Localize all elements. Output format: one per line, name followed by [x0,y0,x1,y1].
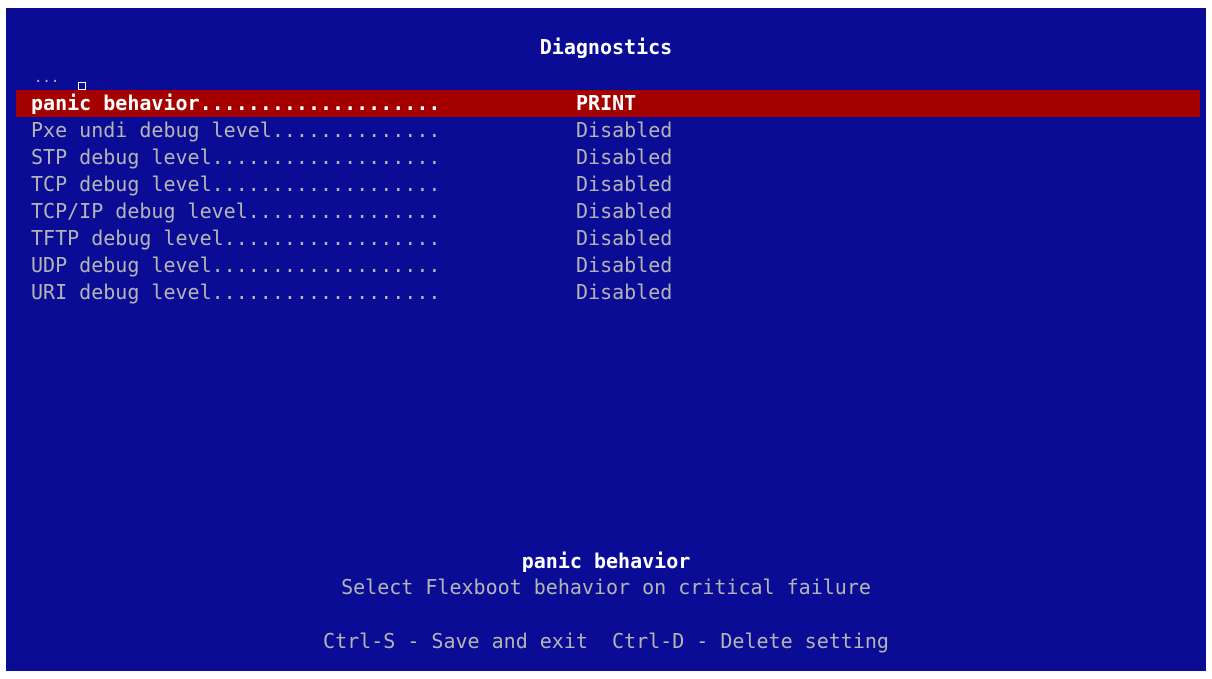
menu-item-panic-behavior[interactable]: panic behavior.................... PRINT [16,90,1200,117]
menu-item-tftp-debug-level[interactable]: TFTP debug level.................. Disab… [16,225,1200,252]
menu-item-value: Disabled [576,145,673,169]
key-hints: Ctrl-S - Save and exit Ctrl-D - Delete s… [323,629,889,653]
menu-item-pxe-undi-debug-level[interactable]: Pxe undi debug level.............. Disab… [16,117,1200,144]
text-cursor-icon [78,82,86,90]
help-title: panic behavior [521,549,691,573]
menu-item-label: UDP debug level................... [31,253,441,277]
menu-item-label: URI debug level................... [31,280,441,304]
menu-item-value: Disabled [576,253,673,277]
menu-item-tcp-debug-level[interactable]: TCP debug level................... Disab… [16,171,1200,198]
menu-item-label: TFTP debug level.................. [31,226,441,250]
menu-item-value: Disabled [576,172,673,196]
settings-menu: panic behavior.................... PRINT… [16,90,1200,306]
scroll-up-indicator: ... [34,70,60,86]
help-text: Select Flexboot behavior on critical fai… [341,575,871,599]
menu-item-udp-debug-level[interactable]: UDP debug level................... Disab… [16,252,1200,279]
menu-item-value: PRINT [576,91,637,115]
menu-item-stp-debug-level[interactable]: STP debug level................... Disab… [16,144,1200,171]
menu-item-uri-debug-level[interactable]: URI debug level................... Disab… [16,279,1200,306]
menu-item-value: Disabled [576,199,673,223]
menu-item-label: panic behavior.................... [31,91,441,115]
menu-item-value: Disabled [576,280,673,304]
menu-item-label: Pxe undi debug level.............. [31,118,441,142]
menu-item-label: TCP/IP debug level................ [31,199,441,223]
menu-item-value: Disabled [576,226,673,250]
menu-item-tcpip-debug-level[interactable]: TCP/IP debug level................ Disab… [16,198,1200,225]
page-title: Diagnostics [539,35,673,59]
menu-item-label: STP debug level................... [31,145,441,169]
menu-item-value: Disabled [576,118,673,142]
setup-screen: Diagnostics ... panic behavior..........… [6,8,1206,671]
menu-item-label: TCP debug level................... [31,172,441,196]
